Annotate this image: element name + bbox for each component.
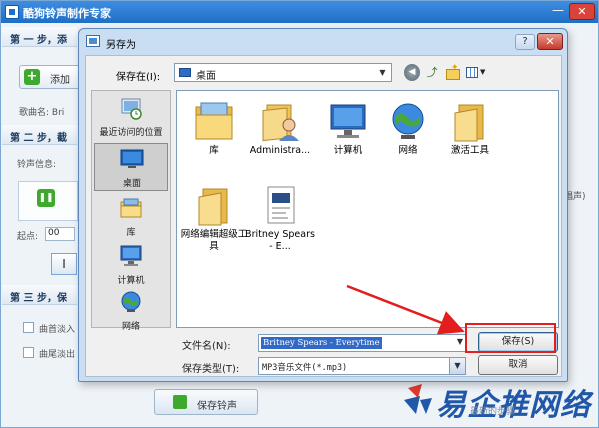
watermark-logo-icon [404, 384, 432, 414]
view-grid-icon [466, 67, 478, 78]
save-ringtone-button[interactable]: 保存铃声 [154, 389, 258, 415]
chevron-down-icon: ▼ [456, 337, 463, 346]
place-computer[interactable]: 计算机 [94, 241, 168, 289]
place-label: 库 [126, 228, 136, 238]
step-three-label: 第 三 步，保 [10, 293, 67, 304]
library-folder-icon [195, 102, 233, 140]
network-icon [121, 291, 141, 312]
watermark-text: 易企推网络 [436, 388, 591, 423]
file-item[interactable]: Britney Spears - E... [245, 179, 315, 259]
save-ringtone-label: 保存铃声 [197, 401, 237, 412]
bottom-fragment-text: 最新的步骤 [470, 407, 516, 417]
file-label: Britney Spears - E... [245, 229, 315, 252]
fade-in-label: 曲首淡入 [39, 325, 76, 335]
place-network[interactable]: 网络 [94, 287, 168, 335]
cancel-button[interactable]: 取消 [478, 355, 558, 375]
start-time-field[interactable]: 00 [45, 227, 75, 241]
set-point-button[interactable]: I [51, 253, 77, 275]
ringtone-info-label: 铃声信息: [17, 160, 57, 170]
file-label: 库 [209, 145, 219, 156]
step-one-header: 第 一 步，添 [2, 27, 77, 47]
media-file-icon [267, 186, 295, 224]
song-name-label: 歌曲名: Bri [19, 108, 65, 118]
app-title: 酷狗铃声制作专家 [23, 7, 111, 20]
file-list: 库 Administra... 计算机 网络 激活工具 网络编辑超级工具 Bri… [176, 90, 559, 328]
start-label: 起点: [17, 232, 39, 242]
up-folder-button[interactable]: ⤴ [424, 64, 440, 81]
library-icon [120, 198, 142, 218]
file-item[interactable]: 网络 [377, 95, 439, 175]
dialog-titlebar: 另存为 ? ✕ [79, 29, 567, 55]
step-two-label: 第 二 步，截 [10, 133, 67, 144]
dialog-close-button[interactable]: ✕ [537, 33, 563, 50]
computer-icon [120, 245, 142, 266]
desktop-icon [120, 149, 144, 168]
user-folder-icon [262, 104, 299, 142]
plus-icon: + [24, 69, 40, 85]
new-folder-button[interactable] [444, 60, 460, 81]
file-item[interactable]: 网络编辑超级工具 [181, 179, 247, 259]
place-desktop[interactable]: 桌面 [94, 143, 168, 191]
file-label: 网络 [398, 145, 418, 156]
file-label: Administra... [249, 145, 311, 156]
file-label: 激活工具 [450, 145, 489, 156]
chevron-down-icon: ▼ [379, 68, 386, 77]
filetype-select[interactable]: MP3音乐文件(*.mp3) ▼ [258, 357, 466, 375]
add-song-label: 添加 [50, 75, 70, 86]
fade-out-label: 曲尾淡出 [39, 350, 76, 360]
fade-out-checkbox[interactable] [23, 347, 34, 358]
minimize-button[interactable]: — [548, 4, 568, 19]
chevron-down-icon: ▼ [449, 358, 465, 374]
place-label: 桌面 [122, 179, 141, 189]
filename-value: Britney Spears - Everytime [261, 337, 382, 349]
file-item[interactable]: 库 [183, 95, 245, 175]
app-logo-icon [5, 5, 19, 19]
file-item[interactable]: Administra... [249, 95, 311, 175]
add-song-button[interactable]: + 添加 [19, 65, 81, 89]
save-in-dropdown[interactable]: 桌面 ▼ [174, 63, 392, 82]
recent-places-icon [121, 98, 142, 120]
desktop-icon [179, 68, 191, 77]
save-icon [173, 395, 187, 409]
file-item[interactable]: 激活工具 [439, 95, 501, 175]
save-in-label: 保存在(I): [116, 72, 161, 83]
filename-label: 文件名(N): [182, 341, 231, 352]
step-three-header: 第 三 步，保 [2, 285, 77, 305]
network-icon [392, 103, 424, 139]
app-titlebar: 酷狗铃声制作专家 — ✕ [1, 1, 598, 23]
filetype-label: 保存类型(T): [182, 364, 240, 375]
computer-icon [330, 104, 366, 138]
place-label: 网络 [121, 322, 140, 332]
save-in-value: 桌面 [196, 71, 216, 82]
place-library[interactable]: 库 [94, 193, 168, 241]
dialog-title: 另存为 [106, 40, 136, 51]
filetype-value: MP3音乐文件(*.mp3) [262, 363, 348, 373]
chevron-down-icon: ▼ [480, 68, 486, 76]
file-label: 网络编辑超级工具 [180, 229, 248, 252]
place-label: 最近访问的位置 [99, 128, 163, 138]
save-button-highlight-box [465, 323, 556, 353]
fade-in-checkbox[interactable] [23, 322, 34, 333]
back-button[interactable]: ◀ [404, 64, 420, 81]
step-one-label: 第 一 步，添 [10, 35, 67, 46]
folder-icon [454, 104, 484, 142]
step-two-header: 第 二 步，截 [2, 125, 77, 145]
place-recent[interactable]: 最近访问的位置 [94, 93, 168, 141]
dialog-window-icon [86, 35, 100, 47]
filename-input[interactable]: Britney Spears - Everytime ▼ [258, 334, 466, 352]
folder-icon [198, 188, 228, 226]
close-button[interactable]: ✕ [569, 3, 595, 20]
places-bar: 最近访问的位置 桌面 库 计算机 网络 [91, 90, 171, 332]
help-button[interactable]: ? [515, 34, 535, 50]
pause-button[interactable]: ❚❚ [37, 189, 55, 207]
place-label: 计算机 [117, 276, 145, 286]
file-item[interactable]: 计算机 [317, 95, 379, 175]
view-menu-button[interactable]: ▼ [464, 64, 490, 81]
